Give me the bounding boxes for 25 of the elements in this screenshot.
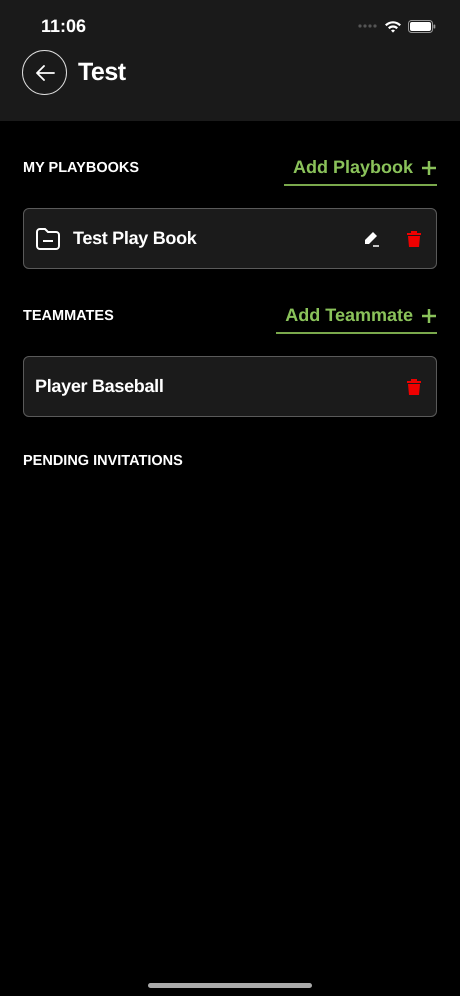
back-button[interactable] (22, 50, 67, 95)
arrow-left-icon (34, 64, 54, 80)
section-title: PENDING INVITATIONS (23, 453, 183, 471)
trash-icon (406, 230, 422, 248)
status-time: 11:06 (41, 16, 86, 36)
add-button[interactable]: Add Teammate (276, 305, 437, 334)
teammate-name: Player Baseball (35, 376, 165, 397)
add-button[interactable]: Add Playbook (284, 157, 437, 186)
edit-button[interactable] (362, 230, 380, 248)
section-title: MY PLAYBOOKS (23, 160, 140, 178)
delete-button[interactable] (406, 378, 422, 396)
teammate-card[interactable]: Player Baseball (23, 356, 437, 417)
delete-button[interactable] (406, 230, 422, 248)
folder-icon (35, 226, 61, 250)
playbook-name: Test Play Book (73, 228, 198, 249)
trash-icon (406, 378, 422, 396)
signal-icon (358, 24, 378, 28)
page-title: Test (78, 58, 126, 87)
battery-icon (408, 20, 436, 32)
plus-icon (421, 308, 437, 324)
wifi-icon (384, 20, 402, 32)
playbook-card[interactable]: Test Play Book (23, 208, 437, 269)
plus-icon (421, 160, 437, 176)
section-title: TEAMMATES (23, 308, 114, 326)
pencil-icon (362, 230, 380, 248)
